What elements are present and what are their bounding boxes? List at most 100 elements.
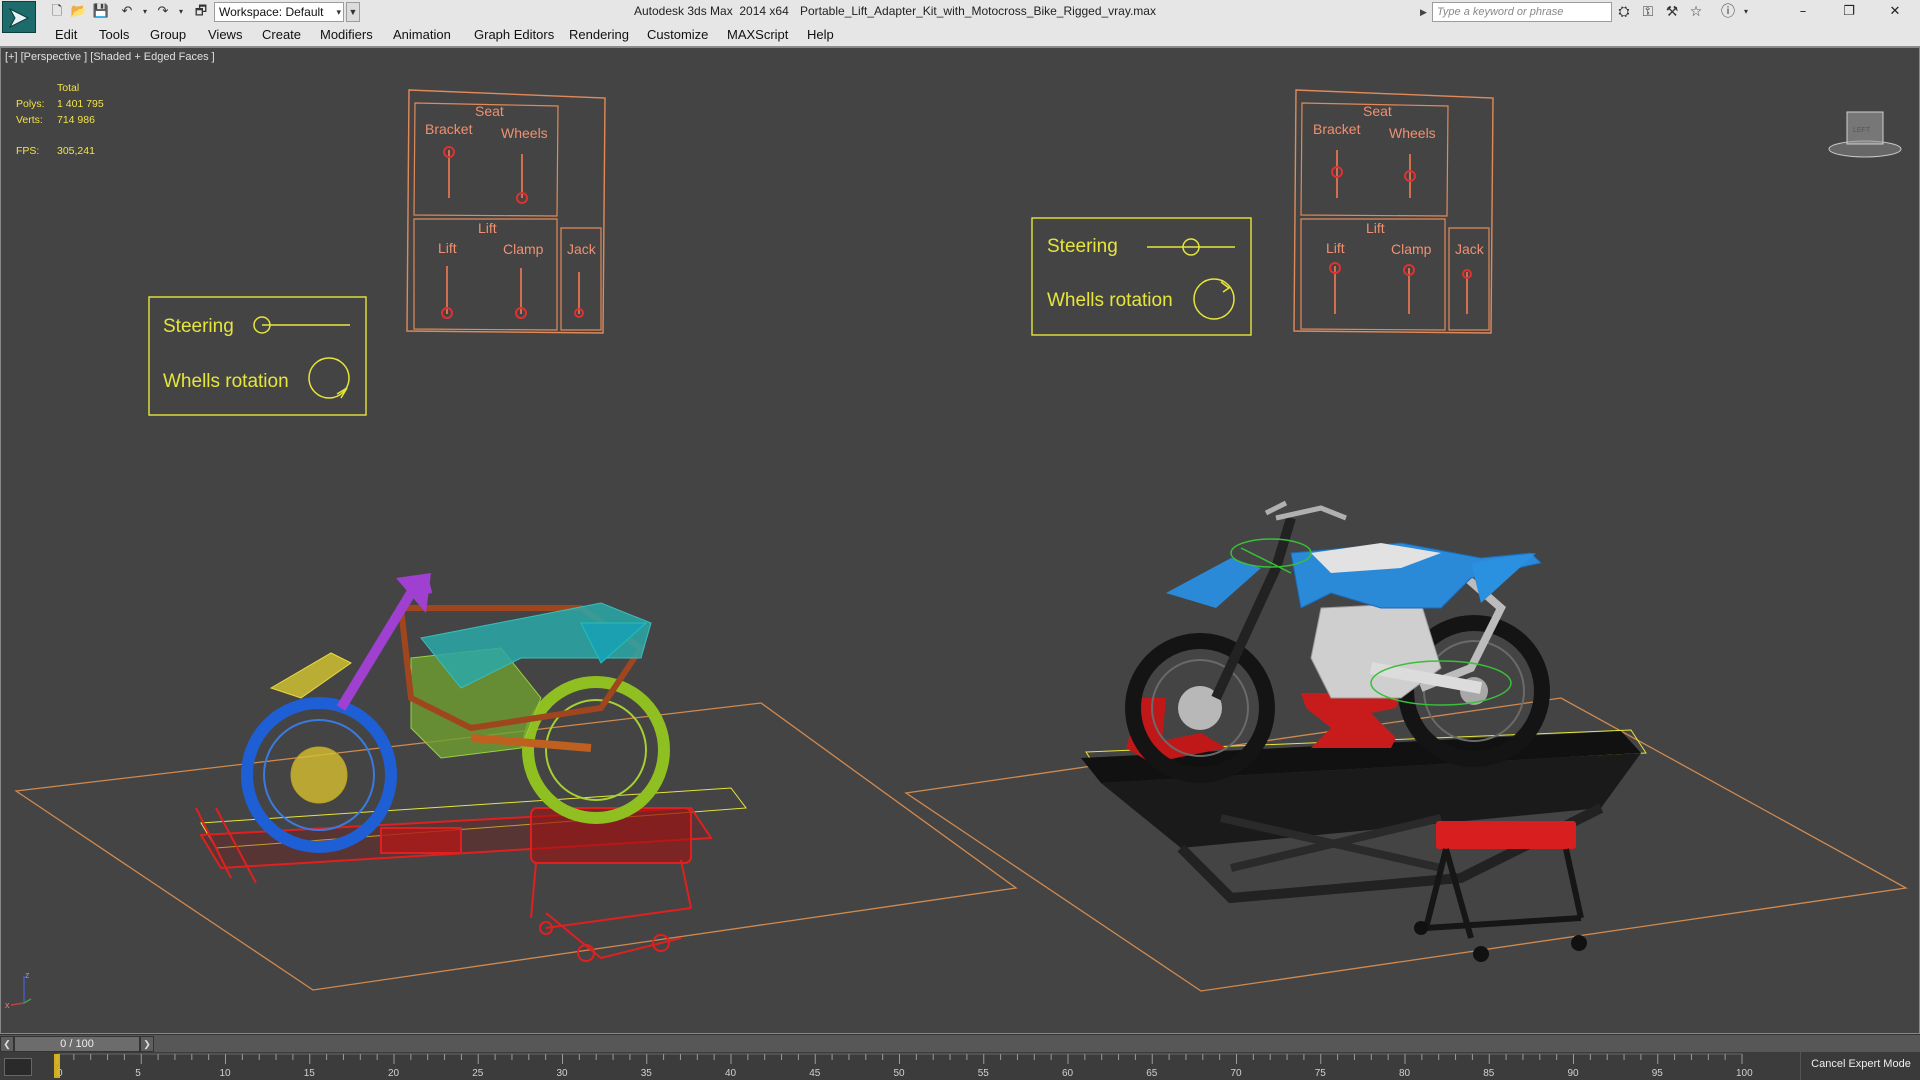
undo-dropdown-icon[interactable]: ▾: [136, 3, 154, 21]
left-jack-label: Jack: [567, 241, 597, 257]
track-tick-label: 70: [1231, 1068, 1243, 1079]
close-icon[interactable]: ✕: [1872, 0, 1918, 24]
3dsmax-logo-icon: [8, 7, 30, 29]
stats-verts-value: 714 986: [57, 114, 95, 126]
right-seat-label: Seat: [1363, 103, 1392, 119]
workspace-label: Workspace: Default: [219, 5, 324, 19]
customize-quick-access-icon[interactable]: ▼: [346, 2, 360, 22]
app-title: Autodesk 3ds Max 2014 x64: [634, 4, 789, 18]
stats-polys-label: Polys:: [16, 98, 45, 110]
open-file-icon[interactable]: 📂: [70, 3, 88, 21]
menu-tools[interactable]: Tools: [99, 27, 129, 42]
menu-bar: Edit Tools Group Views Create Modifiers …: [0, 24, 1920, 47]
track-tick-label: 20: [388, 1068, 400, 1079]
viewport-label[interactable]: [+] [Perspective ] [Shaded + Edged Faces…: [5, 51, 215, 63]
left-seat-label: Seat: [475, 103, 504, 119]
left-wheels-label: Wheels: [501, 125, 548, 141]
track-tick-label: 15: [304, 1068, 316, 1079]
favorites-star-icon[interactable]: ☆: [1686, 3, 1706, 21]
cancel-expert-mode-button[interactable]: Cancel Expert Mode: [1800, 1052, 1920, 1080]
track-tick-label: 95: [1652, 1068, 1664, 1079]
menu-customize[interactable]: Customize: [647, 27, 708, 42]
right-rotation-dial: [1193, 278, 1235, 320]
track-tick-label: 10: [220, 1068, 232, 1079]
current-frame-marker: [54, 1054, 60, 1078]
right-seat-stool: [1436, 821, 1576, 849]
track-tick-label: 100: [1736, 1068, 1753, 1079]
track-tick-label: 50: [894, 1068, 906, 1079]
time-slider[interactable]: ❮ 0 / 100 ❯: [0, 1034, 1920, 1053]
track-tick-label: 40: [725, 1068, 737, 1079]
app-menu-button[interactable]: [2, 1, 36, 33]
viewport-scene: Seat Bracket Wheels Lift Lift Clamp Jack: [5, 89, 1909, 1010]
binoculars-icon[interactable]: ⛭: [1614, 3, 1634, 21]
undo-icon[interactable]: ↶: [118, 3, 136, 21]
left-lift-title: Lift: [478, 220, 497, 236]
track-tick-label: 75: [1315, 1068, 1327, 1079]
menu-create[interactable]: Create: [262, 27, 301, 42]
track-tick-label: 35: [641, 1068, 653, 1079]
left-bracket-label: Bracket: [425, 121, 473, 137]
menu-modifiers[interactable]: Modifiers: [320, 27, 373, 42]
track-tick-label: 55: [978, 1068, 990, 1079]
left-steering-panel: Steering Whells rotation: [148, 296, 367, 416]
track-ruler: 0510152025303540455055606570758085909510…: [54, 1053, 1753, 1079]
new-file-icon[interactable]: 🗋: [48, 3, 66, 21]
stats-fps-label: FPS:: [16, 145, 40, 157]
redo-dropdown-icon[interactable]: ▾: [172, 3, 190, 21]
right-jack-label: Jack: [1455, 241, 1485, 257]
track-tick-label: 85: [1483, 1068, 1495, 1079]
track-bar[interactable]: 0510152025303540455055606570758085909510…: [0, 1052, 1920, 1080]
right-lift-title: Lift: [1366, 220, 1385, 236]
track-tick-label: 80: [1399, 1068, 1411, 1079]
right-steering-label: Steering: [1047, 236, 1118, 257]
communication-center-icon[interactable]: ⚒: [1662, 3, 1682, 21]
right-rotation-label: Whells rotation: [1047, 290, 1173, 311]
workspace-dropdown[interactable]: Workspace: Default ▾: [214, 2, 344, 22]
right-wheels-label: Wheels: [1389, 125, 1436, 141]
next-frame-button[interactable]: ❯: [140, 1036, 154, 1052]
menu-animation[interactable]: Animation: [393, 27, 451, 42]
left-rig-panel: Seat Bracket Wheels Lift Lift Clamp Jack: [406, 89, 606, 334]
left-rotation-label: Whells rotation: [163, 371, 289, 392]
redo-icon[interactable]: ↷: [154, 3, 172, 21]
project-folder-icon[interactable]: 🗗: [192, 3, 210, 21]
axis-x-label: x: [5, 1000, 10, 1010]
right-scissor-jack: [1301, 693, 1401, 748]
menu-group[interactable]: Group: [150, 27, 186, 42]
menu-maxscript[interactable]: MAXScript: [727, 27, 788, 42]
left-clamp-label: Clamp: [503, 241, 544, 257]
right-bracket-label: Bracket: [1313, 121, 1361, 137]
right-rig-panel: Seat Bracket Wheels Lift Lift Clamp Jack: [1293, 89, 1494, 334]
restore-icon[interactable]: ❐: [1826, 0, 1872, 24]
menu-graph-editors[interactable]: Graph Editors: [474, 27, 554, 42]
menu-edit[interactable]: Edit: [55, 27, 77, 42]
track-tick-label: 25: [472, 1068, 484, 1079]
track-tick-label: 65: [1146, 1068, 1158, 1079]
chevron-right-icon[interactable]: ▶: [1420, 3, 1432, 21]
menu-rendering[interactable]: Rendering: [569, 27, 629, 42]
minimize-icon[interactable]: –: [1780, 0, 1826, 24]
axis-tripod: z x: [5, 970, 32, 1010]
right-front-fender: [1166, 558, 1261, 608]
search-input[interactable]: Type a keyword or phrase: [1432, 2, 1612, 22]
previous-frame-button[interactable]: ❮: [0, 1036, 14, 1052]
help-icon[interactable]: ⓘ: [1718, 3, 1738, 21]
track-tick-label: 30: [557, 1068, 569, 1079]
stats-fps-value: 305,241: [57, 145, 95, 157]
track-tick-label: 90: [1568, 1068, 1580, 1079]
left-rear-wheel: [522, 676, 670, 824]
save-file-icon[interactable]: 💾: [92, 3, 110, 21]
left-front-fender: [269, 652, 352, 699]
subscription-key-icon[interactable]: ⚿: [1638, 3, 1658, 21]
right-clamp-label: Clamp: [1391, 241, 1432, 257]
left-rotation-dial: [308, 357, 350, 399]
perspective-viewport[interactable]: Seat Bracket Wheels Lift Lift Clamp Jack: [0, 47, 1920, 1034]
menu-views[interactable]: Views: [208, 27, 242, 42]
right-steering-panel: Steering Whells rotation: [1031, 217, 1252, 336]
left-steering-label: Steering: [163, 316, 234, 337]
menu-help[interactable]: Help: [807, 27, 834, 42]
stats-polys-value: 1 401 795: [57, 98, 104, 110]
time-slider-thumb[interactable]: 0 / 100: [14, 1036, 140, 1052]
help-dropdown-icon[interactable]: ▾: [1736, 3, 1756, 21]
